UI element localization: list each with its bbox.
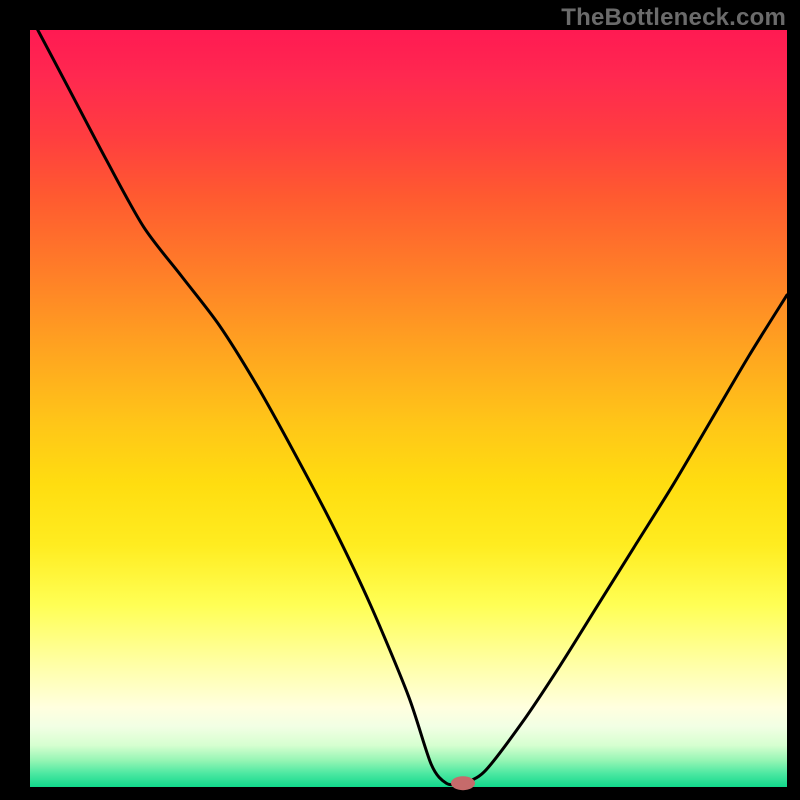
current-config-marker bbox=[451, 776, 475, 790]
watermark-text: TheBottleneck.com bbox=[561, 4, 786, 32]
plot-area bbox=[30, 30, 787, 787]
chart-frame: { "watermark": "TheBottleneck.com", "plo… bbox=[0, 0, 800, 800]
bottleneck-chart bbox=[0, 0, 800, 800]
